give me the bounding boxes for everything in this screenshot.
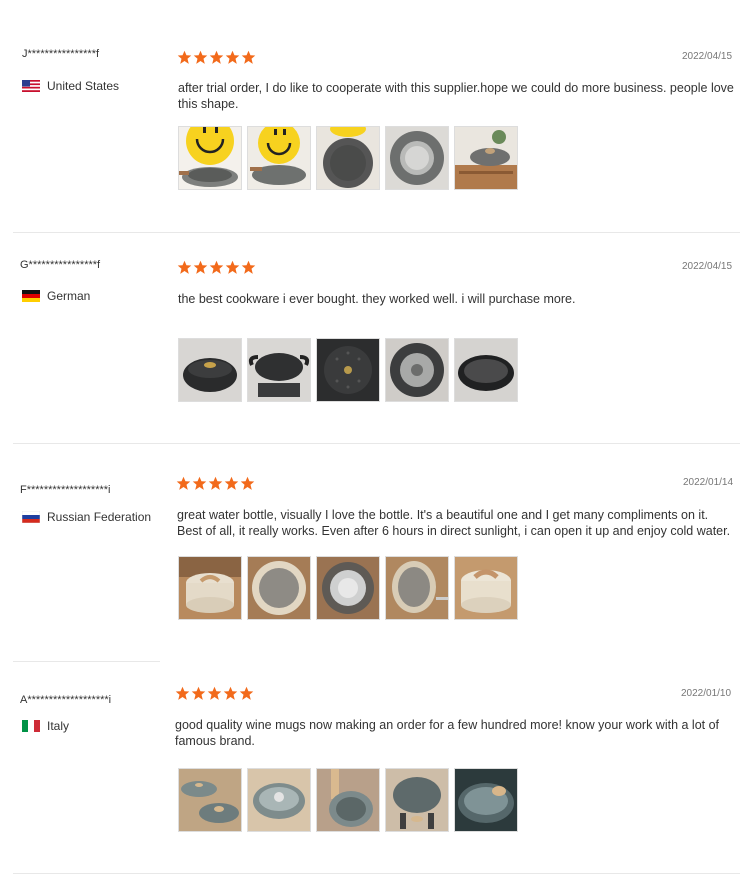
- pot-interior-photo[interactable]: [247, 556, 311, 620]
- star-icon: [225, 260, 240, 274]
- cream-pot-photo[interactable]: [178, 556, 242, 620]
- country-label: Italy: [47, 719, 70, 733]
- pot-set-photo[interactable]: [178, 768, 242, 832]
- it-flag-icon: [22, 720, 40, 732]
- review-date: 2022/01/14: [683, 477, 734, 488]
- country-label: United States: [47, 79, 120, 93]
- star-icon: [209, 260, 224, 274]
- star-icon: [223, 686, 238, 700]
- glass-lid-photo[interactable]: [454, 768, 518, 832]
- milk-pan-photo[interactable]: [316, 768, 380, 832]
- pan-bottom-photo[interactable]: [385, 126, 449, 190]
- star-icon: [193, 260, 208, 274]
- star-icon: [225, 50, 240, 64]
- casserole-handles-photo[interactable]: [247, 338, 311, 402]
- black-casserole-photo[interactable]: [178, 338, 242, 402]
- review-text: good quality wine mugs now making an ord…: [175, 718, 720, 748]
- star-rating: [177, 260, 256, 275]
- review-text: great water bottle, visually I love the …: [177, 508, 731, 538]
- review-separator: [13, 232, 740, 233]
- pot-on-stand-photo[interactable]: [454, 126, 518, 190]
- star-icon: [207, 686, 222, 700]
- star-icon: [208, 476, 223, 490]
- country-label: Russian Federation: [47, 510, 152, 524]
- star-icon: [240, 476, 255, 490]
- review-date: 2022/04/15: [682, 261, 733, 272]
- star-icon: [177, 260, 192, 274]
- star-icon: [239, 686, 254, 700]
- reviewer-country: Russian Federation: [22, 510, 151, 524]
- star-icon: [176, 476, 191, 490]
- review-photos: [178, 126, 518, 190]
- lid-detail-photo[interactable]: [316, 338, 380, 402]
- smiley-pan-photo[interactable]: [178, 126, 242, 190]
- star-rating: [177, 50, 256, 65]
- pot-base-photo[interactable]: [385, 338, 449, 402]
- pot-side-photo[interactable]: [385, 556, 449, 620]
- star-icon: [177, 50, 192, 64]
- review-separator: [13, 443, 740, 444]
- pot-bottom-photo[interactable]: [316, 556, 380, 620]
- review-separator: [13, 661, 160, 662]
- star-rating: [175, 686, 254, 701]
- pan-interior-photo[interactable]: [316, 126, 380, 190]
- review-photos: [178, 556, 518, 620]
- review-date: 2022/01/10: [681, 688, 732, 699]
- reviewer-name: G****************f: [20, 259, 101, 271]
- review-date: 2022/04/15: [682, 51, 733, 62]
- reviewer-country: German: [22, 289, 90, 303]
- review-text: the best cookware i ever bought. they wo…: [178, 292, 576, 306]
- star-icon: [241, 260, 256, 274]
- review-separator: [13, 873, 740, 874]
- review-photos: [178, 768, 518, 832]
- star-icon: [191, 686, 206, 700]
- reviewer-country: United States: [22, 79, 119, 93]
- smiley-pan-lid-photo[interactable]: [247, 126, 311, 190]
- star-icon: [209, 50, 224, 64]
- glass-lid-pot-photo[interactable]: [247, 768, 311, 832]
- reviewer-name: A*******************i: [20, 694, 112, 706]
- star-icon: [192, 476, 207, 490]
- star-icon: [193, 50, 208, 64]
- star-icon: [224, 476, 239, 490]
- star-rating: [176, 476, 255, 491]
- us-flag-icon: [22, 80, 40, 92]
- ru-flag-icon: [22, 511, 40, 523]
- star-icon: [241, 50, 256, 64]
- de-flag-icon: [22, 290, 40, 302]
- reviewer-country: Italy: [22, 719, 69, 733]
- cream-pot-lid-photo[interactable]: [454, 556, 518, 620]
- reviewer-name: J****************f: [22, 48, 100, 60]
- reviewer-name: F*******************i: [20, 484, 111, 496]
- review-text: after trial order, I do like to cooperat…: [178, 81, 734, 111]
- star-icon: [175, 686, 190, 700]
- country-label: German: [47, 289, 91, 303]
- pot-stand-photo[interactable]: [385, 768, 449, 832]
- granite-pan-photo[interactable]: [454, 338, 518, 402]
- review-photos: [178, 338, 518, 402]
